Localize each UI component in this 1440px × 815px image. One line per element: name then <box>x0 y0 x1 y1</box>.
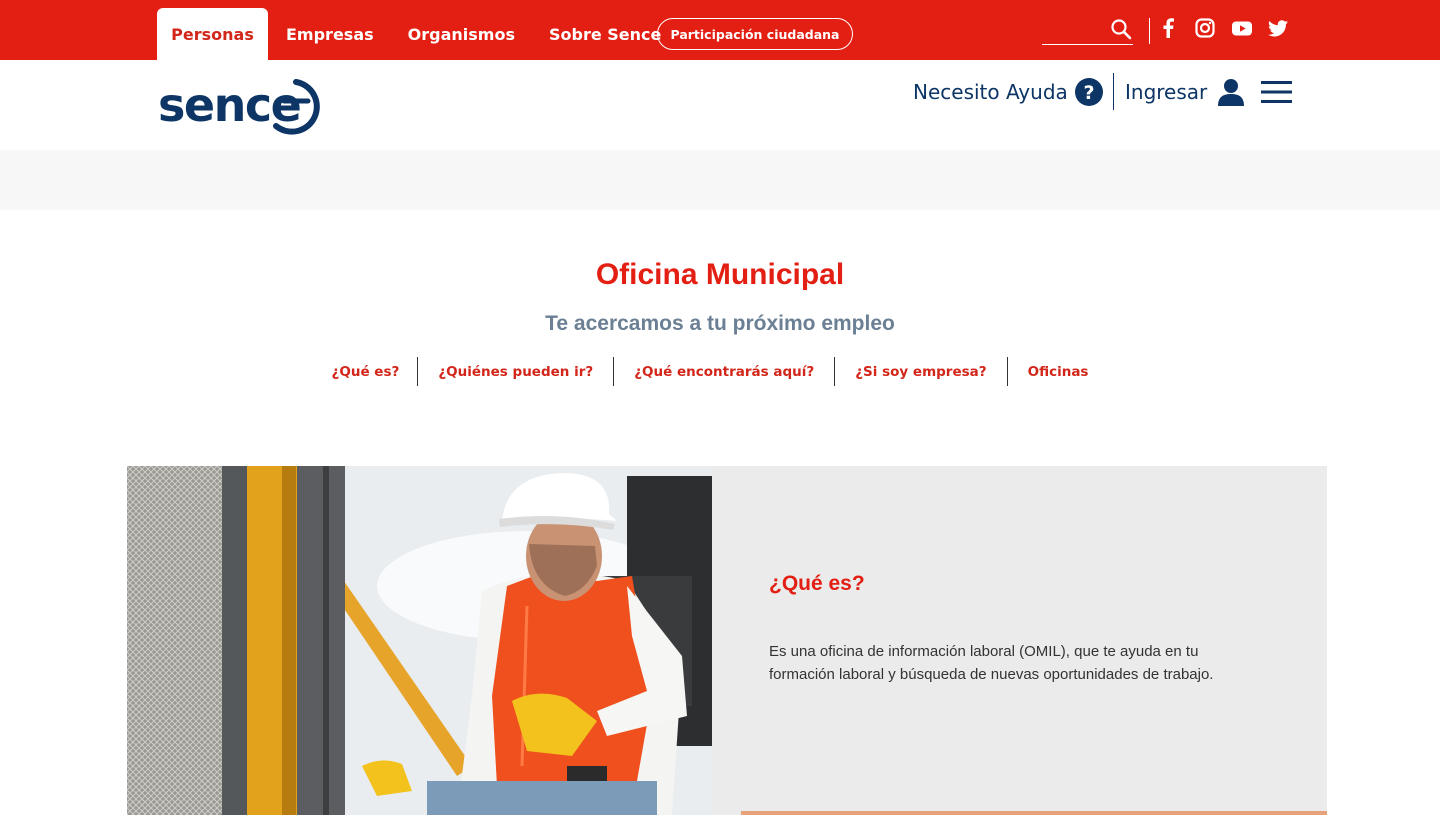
facebook-icon[interactable] <box>1157 17 1179 39</box>
section-heading: ¿Qué es? <box>769 572 865 595</box>
section-link-que-es[interactable]: ¿Qué es? <box>332 357 418 386</box>
section-link-si-soy-empresa[interactable]: ¿Si soy empresa? <box>834 357 1006 386</box>
audience-nav: Personas Empresas Organismos Sobre Sence <box>157 8 661 60</box>
twitter-icon[interactable] <box>1267 17 1289 39</box>
hamburger-menu-icon[interactable] <box>1261 80 1292 104</box>
section-link-oficinas[interactable]: Oficinas <box>1006 357 1109 386</box>
instagram-icon[interactable] <box>1194 17 1216 39</box>
section-link-que-encontraras[interactable]: ¿Qué encontrarás aquí? <box>613 357 834 386</box>
sence-logo[interactable]: sence <box>158 73 324 135</box>
question-circle-icon: ? <box>1074 78 1103 106</box>
tab-empresas[interactable]: Empresas <box>286 8 374 60</box>
svg-text:sence: sence <box>158 78 300 132</box>
help-label: Necesito Ayuda <box>913 80 1068 104</box>
tab-personas[interactable]: Personas <box>157 8 268 60</box>
next-section-image-edge <box>741 811 1327 815</box>
divider <box>1149 18 1150 44</box>
page-subtitle: Te acercamos a tu próximo empleo <box>545 312 895 335</box>
search-icon[interactable] <box>1110 18 1132 40</box>
section-nav: ¿Qué es? ¿Quiénes pueden ir? ¿Qué encont… <box>0 357 1440 386</box>
page-title: Oficina Municipal <box>595 258 845 291</box>
svg-text:?: ? <box>1083 82 1094 104</box>
tab-sobre-sence[interactable]: Sobre Sence <box>549 8 661 60</box>
section-link-quienes-pueden-ir[interactable]: ¿Quiénes pueden ir? <box>417 357 613 386</box>
login-link[interactable]: Ingresar <box>1125 76 1245 108</box>
worker-in-excavator-photo <box>127 466 712 815</box>
login-label: Ingresar <box>1125 80 1208 104</box>
divider <box>1113 73 1114 110</box>
help-link[interactable]: Necesito Ayuda ? <box>913 76 1104 108</box>
participacion-ciudadana-button[interactable]: Participación ciudadana <box>657 18 853 50</box>
section-body: Es una oficina de información laboral (O… <box>769 643 1214 683</box>
youtube-icon[interactable] <box>1231 17 1253 39</box>
breadcrumb-band <box>0 150 1440 210</box>
user-icon <box>1218 79 1245 106</box>
tab-organismos[interactable]: Organismos <box>408 8 515 60</box>
